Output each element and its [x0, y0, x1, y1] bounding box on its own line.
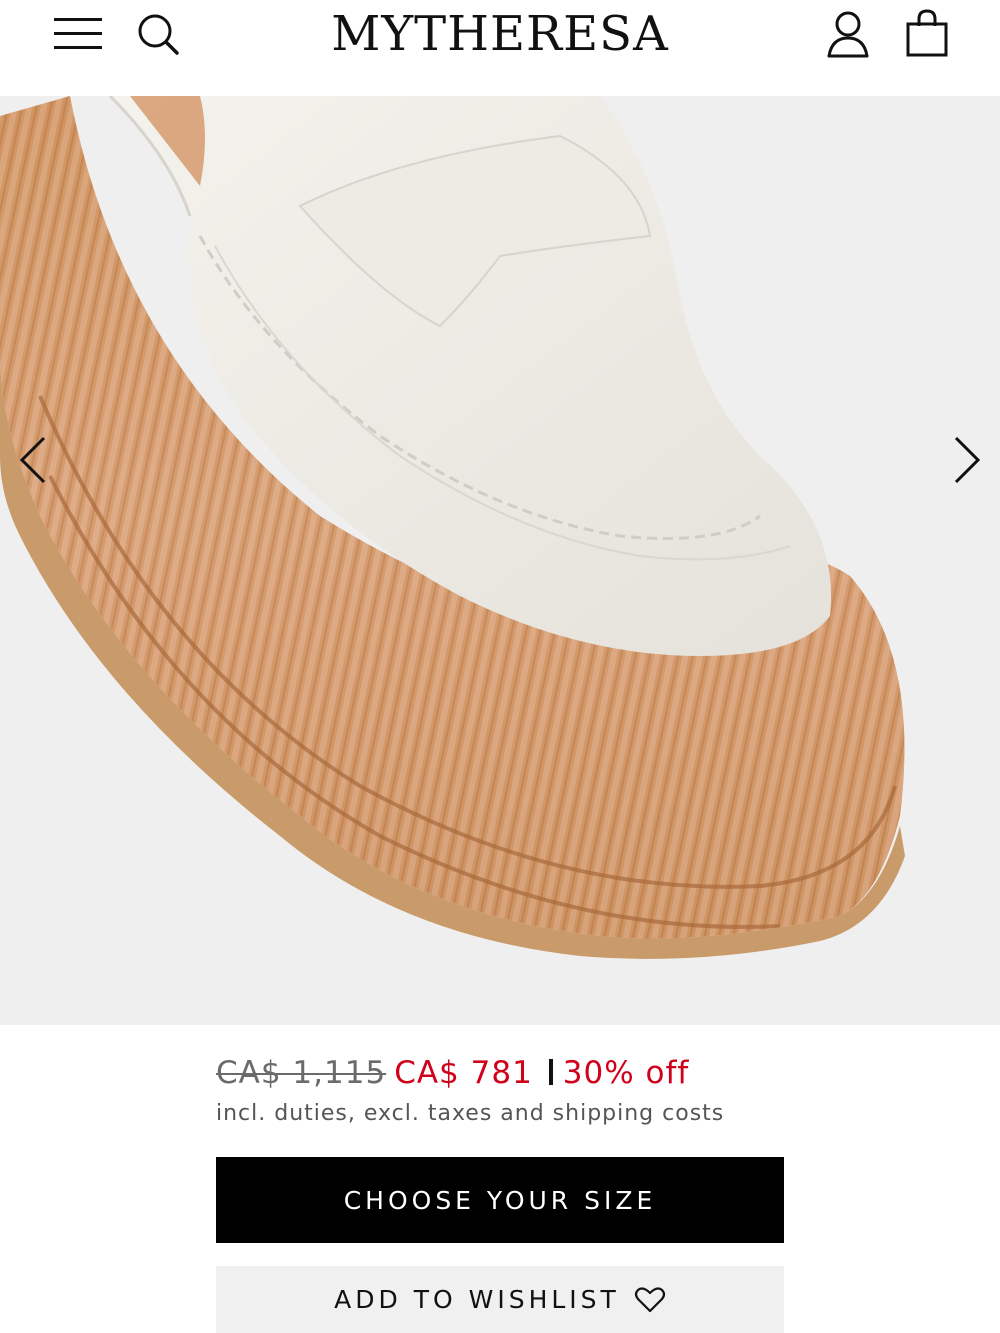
tax-note: incl. duties, excl. taxes and shipping c…	[216, 1101, 725, 1126]
wishlist-label: ADD TO WISHLIST	[334, 1285, 620, 1314]
product-image	[0, 96, 905, 959]
discount-badge: 30% off	[562, 1055, 690, 1091]
price-row: CA$ 1,115 CA$ 781 30% off	[216, 1050, 689, 1096]
chevron-right-icon[interactable]	[950, 434, 984, 486]
price-separator	[548, 1059, 553, 1085]
choose-size-button[interactable]: CHOOSE YOUR SIZE	[216, 1157, 784, 1243]
sale-price: CA$ 781	[394, 1055, 533, 1091]
chevron-left-icon[interactable]	[16, 434, 50, 486]
product-image-gallery[interactable]	[0, 96, 1000, 1025]
original-price: CA$ 1,115	[216, 1055, 387, 1091]
top-header: MYTHERESA	[0, 0, 1000, 96]
choose-size-label: CHOOSE YOUR SIZE	[343, 1185, 657, 1215]
shopping-bag-icon[interactable]	[904, 8, 950, 58]
add-to-wishlist-button[interactable]: ADD TO WISHLIST	[216, 1266, 784, 1333]
heart-icon	[634, 1286, 665, 1312]
account-icon[interactable]	[826, 10, 870, 58]
